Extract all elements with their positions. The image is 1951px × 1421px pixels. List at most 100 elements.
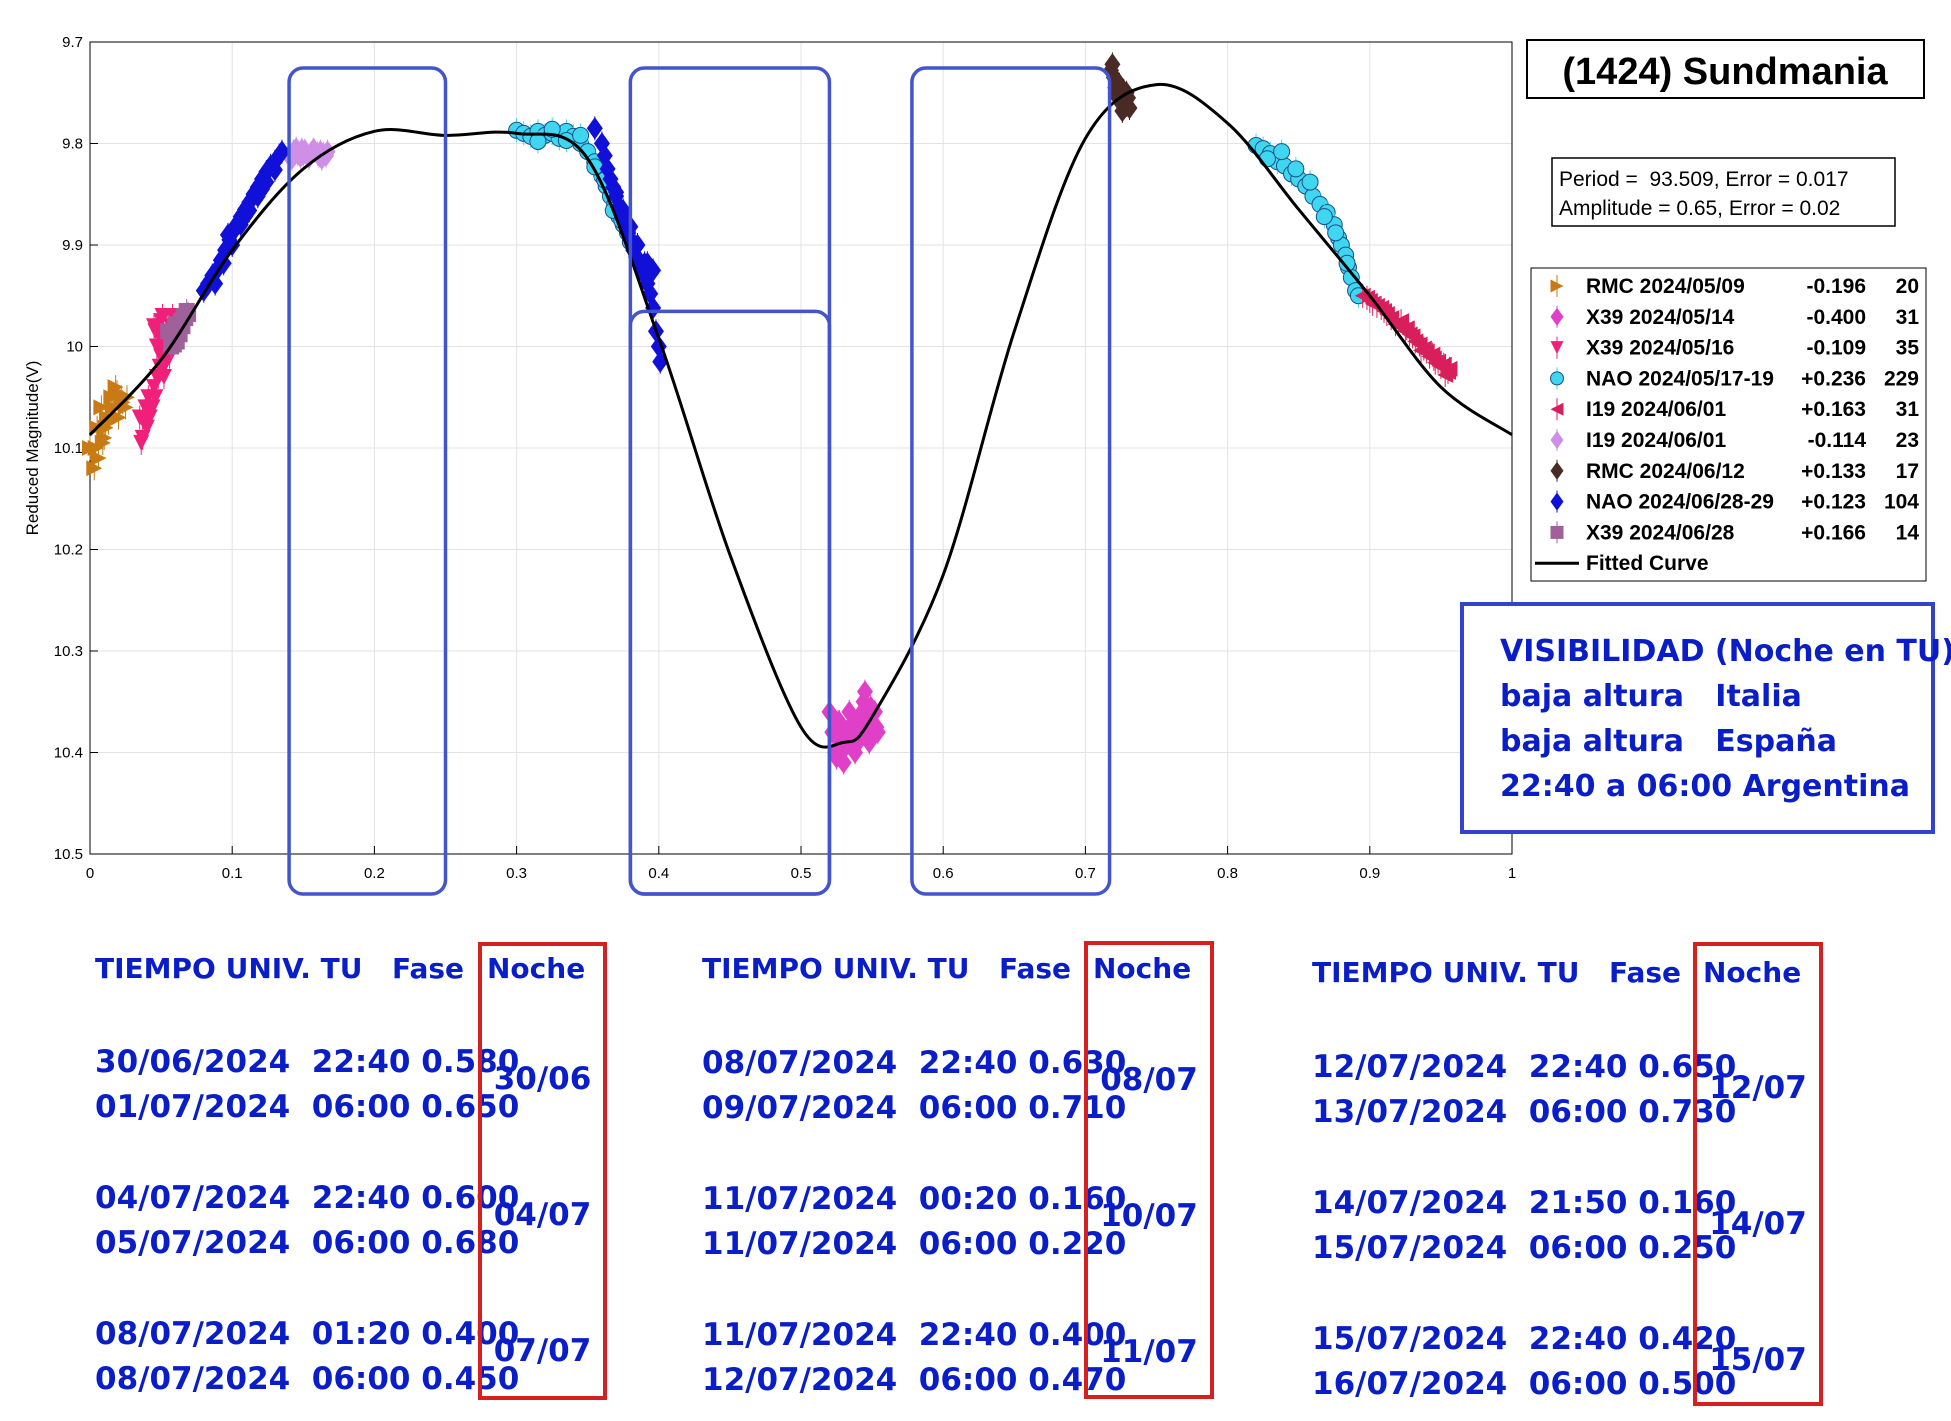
x-tick-label: 1 bbox=[1508, 865, 1516, 882]
legend-marker bbox=[1550, 525, 1564, 539]
noche-column-box: 30/06 04/07 07/07 bbox=[478, 942, 607, 1400]
amplitude-text: Amplitude = 0.65, Error = 0.02 bbox=[1559, 197, 1840, 220]
legend-count: 229 bbox=[1884, 367, 1919, 390]
header-fase: Fase bbox=[392, 952, 465, 985]
schedule-block-2: TIEMPO UNIV. TU Fase Noche 08/07/2024 22… bbox=[702, 941, 1222, 1404]
schedule-row: 30/06/2024 22:40 0.580 bbox=[95, 1044, 520, 1080]
legend-count: 20 bbox=[1896, 275, 1919, 298]
noche-date: 14/07 bbox=[1709, 1206, 1807, 1242]
legend-session: X39 2024/06/28 bbox=[1586, 521, 1735, 544]
x-tick-label: 0.2 bbox=[364, 865, 385, 882]
schedule-row: 09/07/2024 06:00 0.710 bbox=[702, 1090, 1127, 1126]
y-tick-label: 9.9 bbox=[62, 237, 83, 254]
noche-date: 15/07 bbox=[1709, 1342, 1807, 1378]
x-tick-label: 0.9 bbox=[1359, 865, 1380, 882]
schedule-block-3: TIEMPO UNIV. TU Fase Noche 12/07/2024 22… bbox=[1312, 942, 1832, 1410]
schedule-row: 14/07/2024 21:50 0.160 bbox=[1312, 1185, 1737, 1221]
y-tick-label: 10.5 bbox=[54, 846, 83, 863]
schedule-row: 12/07/2024 06:00 0.470 bbox=[702, 1362, 1127, 1398]
x-axis-ticks: 0 0.1 0.2 0.3 0.4 0.5 0.6 0.7 0.8 0.9 1 bbox=[86, 846, 1516, 882]
visibility-espana: baja altura España bbox=[1500, 724, 1837, 759]
x-tick-label: 0.4 bbox=[648, 865, 669, 882]
period-text: Period = 93.509, Error = 0.017 bbox=[1559, 168, 1849, 191]
legend-entry: NAO 2024/05/17-19 +0.236 229 bbox=[1550, 367, 1919, 390]
legend-session: NAO 2024/06/28-29 bbox=[1586, 491, 1774, 514]
schedule-row: 08/07/2024 06:00 0.450 bbox=[95, 1361, 520, 1397]
header-tiempo: TIEMPO UNIV. TU bbox=[95, 952, 363, 985]
data-point bbox=[133, 434, 150, 451]
header-fase: Fase bbox=[1609, 956, 1682, 989]
schedule-row: 11/07/2024 22:40 0.400 bbox=[702, 1317, 1127, 1353]
y-tick-label: 9.8 bbox=[62, 136, 83, 153]
noche-date: 10/07 bbox=[1100, 1198, 1198, 1234]
legend-count: 31 bbox=[1896, 398, 1920, 421]
chart-title: (1424) Sundmania bbox=[1562, 51, 1888, 93]
x-tick-label: 0.3 bbox=[506, 865, 527, 882]
schedule-row: 08/07/2024 01:20 0.400 bbox=[95, 1316, 520, 1352]
visibility-title: VISIBILIDAD (Noche en TU) bbox=[1500, 634, 1951, 669]
schedule-row: 11/07/2024 00:20 0.160 bbox=[702, 1181, 1127, 1217]
legend-session: RMC 2024/06/12 bbox=[1586, 460, 1745, 483]
schedule-row: 13/07/2024 06:00 0.730 bbox=[1312, 1094, 1737, 1130]
legend-session: Fitted Curve bbox=[1586, 552, 1709, 575]
header-tiempo: TIEMPO UNIV. TU bbox=[702, 952, 970, 985]
legend-offset: -0.114 bbox=[1808, 429, 1867, 452]
y-tick-label: 10 bbox=[66, 339, 83, 356]
x-tick-label: 0.8 bbox=[1217, 865, 1238, 882]
legend-entry: RMC 2024/05/09 -0.196 20 bbox=[1550, 275, 1919, 298]
fit-info-box: Period = 93.509, Error = 0.017 Amplitude… bbox=[1551, 157, 1896, 227]
header-tiempo: TIEMPO UNIV. TU bbox=[1312, 956, 1580, 989]
legend-offset: +0.166 bbox=[1801, 521, 1866, 544]
noche-date: 11/07 bbox=[1100, 1334, 1198, 1370]
noche-date: 30/06 bbox=[493, 1061, 592, 1097]
highlight-box bbox=[287, 66, 448, 896]
highlight-box bbox=[910, 66, 1112, 896]
schedule-row: 01/07/2024 06:00 0.650 bbox=[95, 1089, 520, 1125]
data-point bbox=[529, 132, 547, 150]
schedule-row: 11/07/2024 06:00 0.220 bbox=[702, 1226, 1127, 1262]
x-tick-label: 0.1 bbox=[222, 865, 243, 882]
legend-count: 14 bbox=[1896, 521, 1920, 544]
noche-date: 04/07 bbox=[493, 1197, 592, 1233]
legend-session: X39 2024/05/14 bbox=[1586, 306, 1735, 329]
legend-count: 35 bbox=[1896, 337, 1920, 360]
y-tick-label: 10.3 bbox=[54, 643, 83, 660]
legend-offset: -0.400 bbox=[1806, 306, 1866, 329]
legend-session: I19 2024/06/01 bbox=[1586, 429, 1726, 452]
y-tick-label: 9.7 bbox=[62, 34, 83, 51]
legend-entry: NAO 2024/06/28-29 +0.123 104 bbox=[1550, 490, 1919, 514]
legend-count: 104 bbox=[1884, 491, 1919, 514]
y-tick-label: 10.2 bbox=[54, 542, 83, 559]
x-tick-label: 0.6 bbox=[933, 865, 954, 882]
data-point bbox=[1315, 208, 1333, 226]
noche-column-box: 08/07 10/07 11/07 bbox=[1084, 941, 1214, 1399]
legend: RMC 2024/05/09 -0.196 20 X39 2024/05/14 -0.4… bbox=[1530, 267, 1927, 582]
schedule-block-1: TIEMPO UNIV. TU Fase Noche 30/06/2024 22… bbox=[95, 942, 615, 1404]
legend-count: 31 bbox=[1896, 306, 1920, 329]
legend-count: 23 bbox=[1896, 429, 1919, 452]
schedule-row: 05/07/2024 06:00 0.680 bbox=[95, 1225, 520, 1261]
legend-session: RMC 2024/05/09 bbox=[1586, 275, 1745, 298]
data-point bbox=[1258, 150, 1276, 168]
highlight-boxes bbox=[287, 66, 1112, 896]
y-tick-label: 10.4 bbox=[54, 745, 83, 762]
noche-column-box: 12/07 14/07 15/07 bbox=[1693, 942, 1823, 1406]
noche-date: 07/07 bbox=[493, 1333, 592, 1369]
visibility-box: VISIBILIDAD (Noche en TU) baja altura It… bbox=[1460, 602, 1951, 834]
schedule-row: 12/07/2024 22:40 0.650 bbox=[1312, 1049, 1737, 1085]
x-tick-label: 0.5 bbox=[791, 865, 812, 882]
highlight-box bbox=[628, 66, 832, 896]
legend-session: I19 2024/06/01 bbox=[1586, 398, 1726, 421]
data-point bbox=[1287, 160, 1305, 178]
schedule-row: 04/07/2024 22:40 0.600 bbox=[95, 1180, 520, 1216]
legend-offset: +0.236 bbox=[1801, 367, 1866, 390]
y-tick-label: 10.1 bbox=[54, 440, 83, 457]
highlight-box bbox=[628, 309, 832, 896]
noche-date: 12/07 bbox=[1709, 1070, 1807, 1106]
visibility-argentina: 22:40 a 06:00 Argentina bbox=[1500, 769, 1910, 804]
header-fase: Fase bbox=[999, 952, 1072, 985]
schedule-row: 15/07/2024 06:00 0.250 bbox=[1312, 1230, 1737, 1266]
data-point bbox=[572, 126, 590, 144]
data-point bbox=[1301, 173, 1319, 191]
y-axis-label: Reduced Magnitude(V) bbox=[23, 361, 42, 536]
